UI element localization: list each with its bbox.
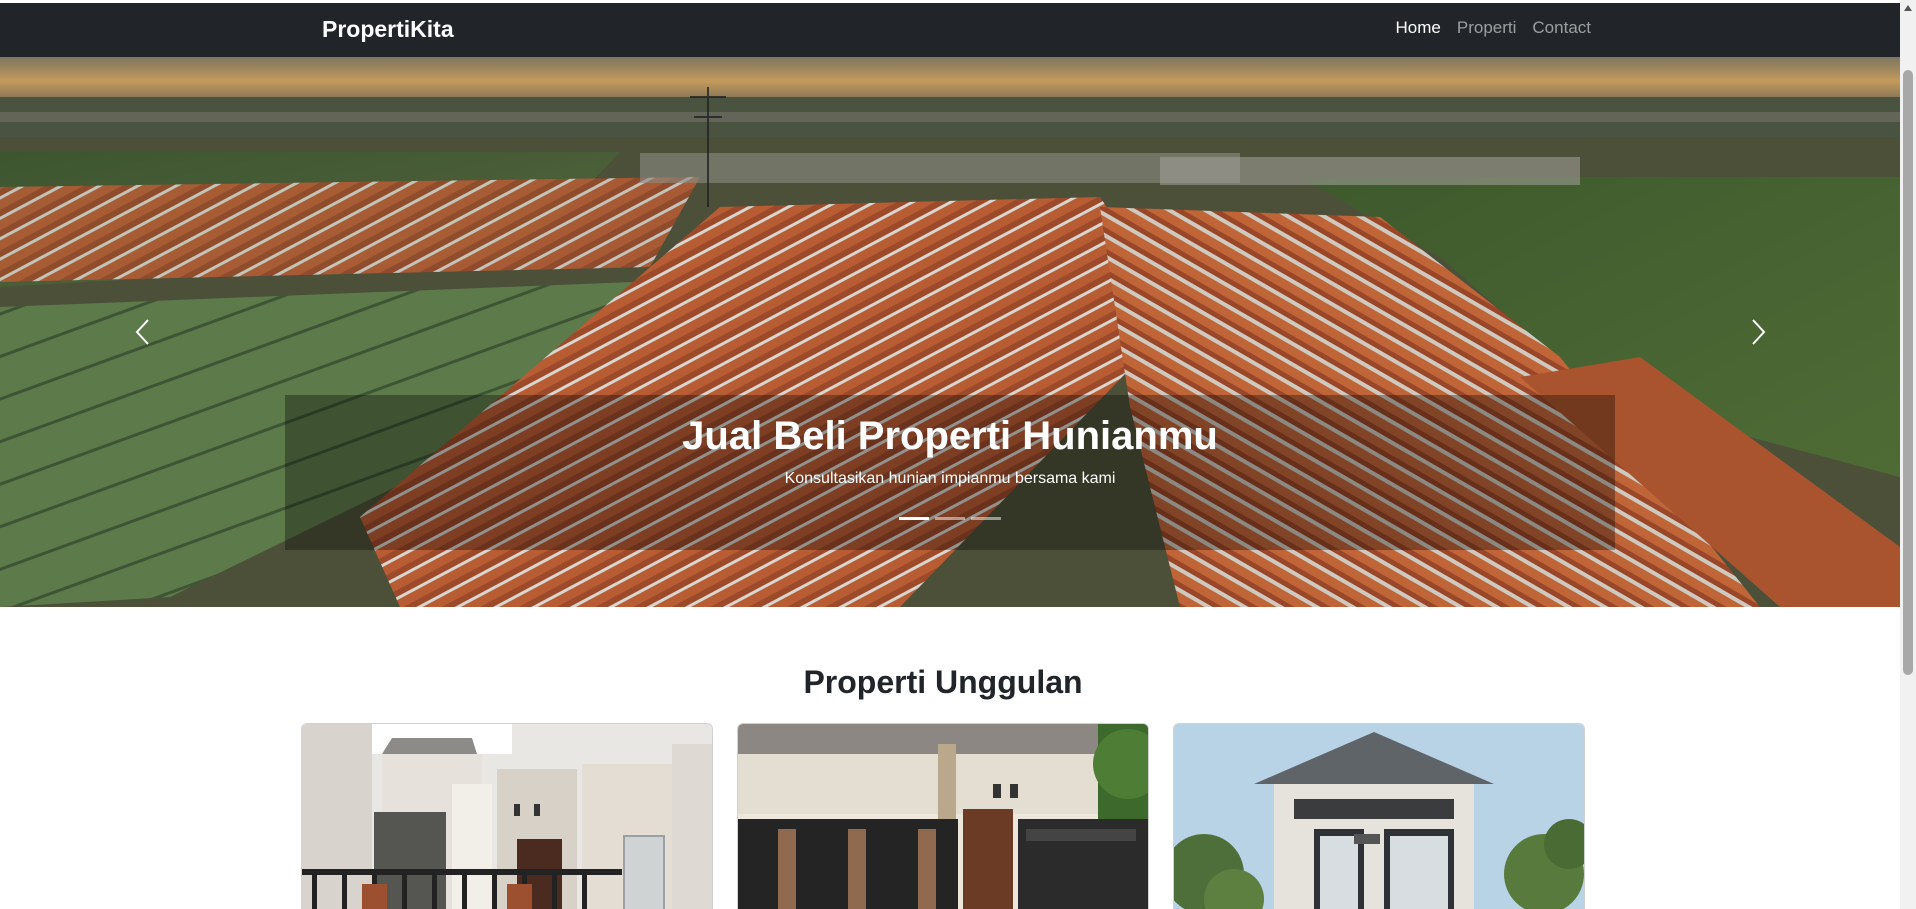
property-image-3: [1174, 724, 1584, 909]
carousel-indicator-2[interactable]: [935, 517, 965, 520]
page-scrollbar[interactable]: [1900, 0, 1916, 909]
property-image-2: [738, 724, 1148, 909]
property-card-2[interactable]: [737, 723, 1149, 909]
carousel-indicators: [0, 517, 1900, 520]
browser-viewport: PropertiKita Home Properti Contact Jual …: [0, 0, 1900, 909]
brand-logo[interactable]: PropertiKita: [322, 14, 454, 44]
featured-section-title: Properti Unggulan: [803, 664, 1083, 700]
nav-link-contact[interactable]: Contact: [1532, 16, 1591, 40]
property-card-3[interactable]: [1173, 723, 1585, 909]
chevron-left-icon: [135, 319, 149, 345]
nav-link-properti[interactable]: Properti: [1457, 16, 1517, 40]
scrollbar-thumb[interactable]: [1903, 70, 1913, 675]
carousel-indicator-3[interactable]: [971, 517, 1001, 520]
hero-subtitle: Konsultasikan hunian impianmu bersama ka…: [784, 470, 1116, 487]
nav-links: Home Properti Contact: [1396, 16, 1591, 40]
property-card-1[interactable]: [301, 723, 713, 909]
navbar: PropertiKita Home Properti Contact: [0, 3, 1900, 57]
chevron-right-icon: [1752, 319, 1766, 345]
carousel-next-button[interactable]: [1728, 302, 1788, 362]
nav-link-home[interactable]: Home: [1396, 16, 1441, 40]
hero-title: Jual Beli Properti Hunianmu: [682, 414, 1218, 458]
carousel-indicator-1[interactable]: [899, 517, 929, 520]
scroll-up-arrow-icon[interactable]: [1900, 0, 1916, 16]
property-image-1: [302, 724, 712, 909]
carousel-prev-button[interactable]: [113, 302, 173, 362]
